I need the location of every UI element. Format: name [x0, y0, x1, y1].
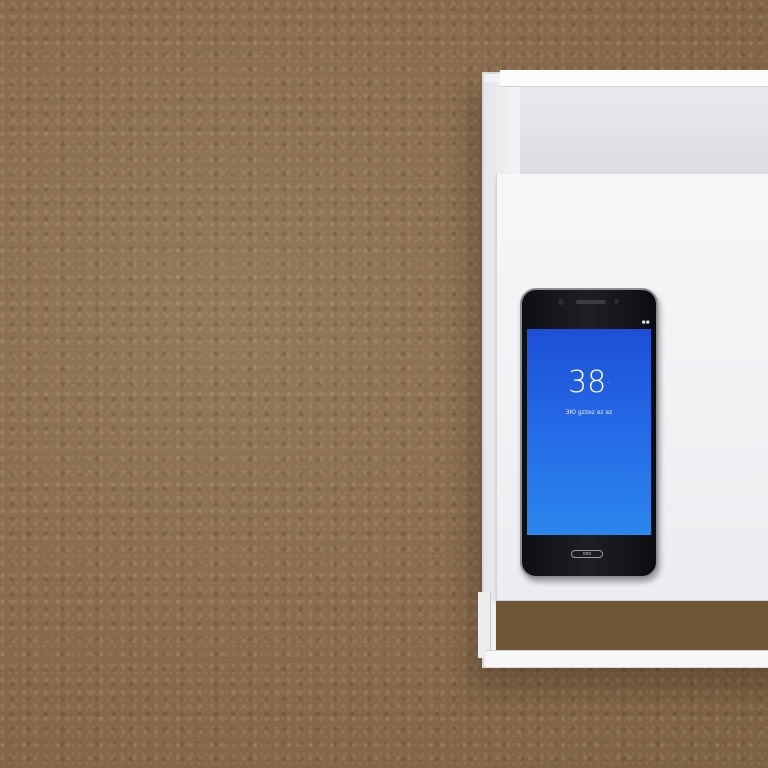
box-top-rim	[500, 70, 768, 87]
lock-screen-clock: 38·	[527, 367, 651, 399]
box-bottom-lip	[486, 650, 768, 667]
phone-screen[interactable]: 38· ЗЮ gzzеz ez ez	[527, 329, 651, 535]
tray-gap	[496, 601, 768, 651]
home-button[interactable]: ooo	[571, 550, 603, 558]
status-bar: ■■	[641, 320, 650, 326]
clock-suffix: ·	[606, 376, 610, 390]
front-camera-icon	[558, 299, 564, 305]
lock-screen-date: ЗЮ gzzеz ez ez	[565, 409, 613, 416]
clock-digits: 38	[567, 365, 607, 400]
box-left-lip	[478, 592, 491, 658]
earpiece-speaker	[576, 300, 606, 304]
proximity-sensor	[614, 299, 619, 304]
smartphone: ■■ 38· ЗЮ gzzеz ez ez ooo	[520, 288, 658, 578]
box-inner-wall	[520, 82, 768, 176]
